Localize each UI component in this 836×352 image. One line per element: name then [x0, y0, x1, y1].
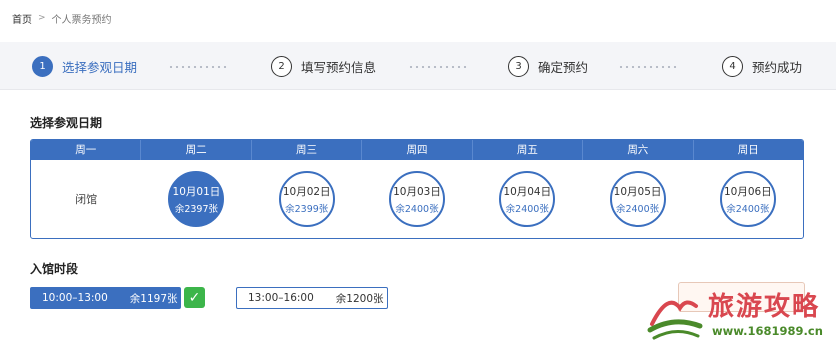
closed-label: 闭馆: [75, 193, 98, 206]
time-slot-remaining: 余1200张: [335, 292, 384, 305]
watermark-url: www.1681989.cn: [712, 324, 823, 338]
date-calendar: 周一 周二 周三 周四 周五 周六 周日 闭馆 10月01日 余2397张 10…: [30, 139, 804, 239]
check-icon: ✓: [184, 287, 205, 308]
calendar-cell: 10月01日 余2397张: [141, 160, 251, 238]
step-label: 预约成功: [752, 60, 803, 75]
breadcrumb-home-link[interactable]: 首页: [12, 11, 32, 26]
step-3: 3 确定预约: [508, 56, 588, 77]
time-slot-time: 10:00–13:00: [42, 292, 108, 304]
date-option[interactable]: 10月04日 余2400张: [499, 171, 556, 227]
watermark-title: 旅游攻略: [708, 292, 821, 322]
breadcrumb: 首页 > 个人票务预约: [0, 0, 836, 36]
tickets-remaining: 余2397张: [174, 203, 219, 215]
step-1: 1 选择参观日期: [32, 56, 137, 77]
watermark: 旅游攻略 www.1681989.cn: [646, 284, 832, 348]
step-number: 4: [722, 56, 743, 77]
watermark-logo-icon: [647, 300, 703, 340]
date-option[interactable]: 10月03日 余2400张: [388, 171, 445, 227]
step-number: 2: [271, 56, 292, 77]
step-connector: [408, 66, 468, 68]
time-section-title: 入馆时段: [30, 262, 79, 276]
calendar-cell: 10月02日 余2399张: [252, 160, 362, 238]
calendar-cell: 10月06日 余2400张: [693, 160, 803, 238]
date-label: 10月01日: [172, 185, 221, 198]
date-option[interactable]: 10月05日 余2400张: [609, 171, 666, 227]
tickets-remaining: 余2400张: [505, 203, 549, 215]
step-progress-bar: 1 选择参观日期 2 填写预约信息 3 确定预约 4 预约成功: [0, 42, 836, 90]
tickets-remaining: 余2400张: [726, 203, 770, 215]
date-option[interactable]: 10月02日 余2399张: [278, 171, 335, 227]
step-4: 4 预约成功: [722, 56, 802, 77]
step-2: 2 填写预约信息: [271, 56, 376, 77]
step-connector: [618, 66, 678, 68]
weekday-label: 周二: [141, 140, 252, 160]
calendar-weekday-header: 周一 周二 周三 周四 周五 周六 周日: [31, 140, 803, 160]
calendar-cell: 10月04日 余2400张: [472, 160, 582, 238]
weekday-label: 周五: [473, 140, 584, 160]
date-label: 10月04日: [503, 185, 552, 198]
step-number: 3: [508, 56, 529, 77]
step-number: 1: [32, 56, 53, 77]
date-label: 10月05日: [613, 185, 662, 198]
time-slot[interactable]: 13:00–16:00 余1200张: [236, 287, 388, 309]
weekday-label: 周六: [583, 140, 694, 160]
tickets-remaining: 余2400张: [395, 203, 439, 215]
step-label: 填写预约信息: [301, 60, 377, 75]
weekday-label: 周四: [362, 140, 473, 160]
weekday-label: 周一: [31, 140, 142, 160]
calendar-cell-closed: 闭馆: [31, 160, 141, 238]
time-slot-remaining: 余1197张: [129, 292, 178, 305]
calendar-days-row: 闭馆 10月01日 余2397张 10月02日 余2399张 10月03日 余2…: [31, 160, 803, 238]
calendar-cell: 10月03日 余2400张: [362, 160, 472, 238]
time-slot-time: 13:00–16:00: [248, 292, 314, 304]
weekday-label: 周日: [737, 144, 759, 156]
tickets-remaining: 余2399张: [285, 203, 329, 215]
calendar-cell: 10月05日 余2400张: [582, 160, 692, 238]
date-section-title: 选择参观日期: [30, 116, 103, 130]
step-connector: [168, 66, 228, 68]
date-option-selected[interactable]: 10月01日 余2397张: [168, 171, 225, 227]
date-label: 10月03日: [393, 185, 441, 198]
breadcrumb-current: 个人票务预约: [51, 14, 112, 26]
time-slot-selected[interactable]: 10:00–13:00 余1197张: [30, 287, 181, 309]
breadcrumb-separator: >: [38, 13, 46, 23]
step-label: 确定预约: [538, 60, 589, 75]
weekday-label: 周三: [252, 140, 363, 160]
step-label: 选择参观日期: [62, 60, 138, 75]
date-label: 10月02日: [282, 185, 331, 198]
tickets-remaining: 余2400张: [615, 203, 660, 215]
date-option[interactable]: 10月06日 余2400张: [719, 171, 776, 227]
date-label: 10月06日: [723, 185, 772, 198]
